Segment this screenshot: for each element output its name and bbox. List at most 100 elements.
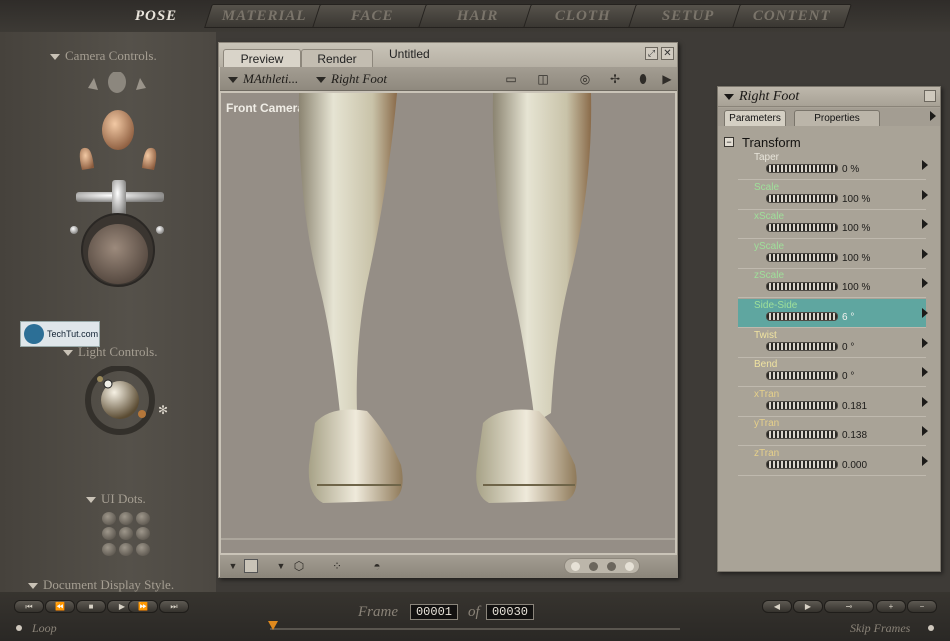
add-key-button[interactable]: + — [876, 600, 906, 613]
close-icon[interactable]: ✕ — [661, 47, 674, 60]
parameter-row[interactable]: xScale 100 % — [738, 210, 928, 240]
step-forward-button[interactable]: ⏩ — [128, 600, 158, 613]
go-to-end-button[interactable]: ⏭ — [159, 600, 189, 613]
camera-select-icon[interactable]: ▭ — [502, 71, 520, 87]
display-style-menu-icon[interactable]: ▼ — [272, 558, 290, 574]
ui-dot[interactable] — [102, 527, 116, 541]
previous-key-button[interactable]: ◀ — [762, 600, 792, 613]
parameter-dial[interactable] — [766, 430, 838, 440]
parameter-menu-arrow-icon[interactable] — [922, 248, 928, 259]
timeline-marker-icon[interactable] — [268, 621, 278, 630]
parameter-dial[interactable] — [766, 223, 838, 233]
trackball-icon[interactable] — [88, 224, 148, 284]
ui-dot[interactable] — [136, 527, 150, 541]
light-controls-header[interactable]: Light Controls. — [63, 344, 157, 360]
parameter-menu-arrow-icon[interactable] — [922, 278, 928, 289]
stop-button[interactable]: ■ — [76, 600, 106, 613]
move-y-icon[interactable] — [112, 180, 126, 218]
parameter-value[interactable]: 0.000 — [842, 460, 867, 471]
parameter-value[interactable]: 0.138 — [842, 430, 867, 441]
parameter-menu-arrow-icon[interactable] — [922, 456, 928, 466]
parameter-dial[interactable] — [766, 164, 838, 173]
ui-dot[interactable] — [119, 542, 133, 556]
background-color-menu-icon[interactable]: ▼ — [224, 558, 242, 574]
parameter-dial[interactable] — [766, 193, 838, 203]
tab-pose[interactable]: POSE — [96, 4, 216, 28]
parameter-row[interactable]: Bend 0 ° — [738, 358, 928, 388]
parameter-dial[interactable] — [766, 460, 838, 469]
parameter-dial[interactable] — [766, 341, 838, 351]
panel-menu-arrow-icon[interactable] — [930, 111, 936, 121]
3d-viewport[interactable]: Front Camera — [221, 93, 675, 553]
rotate-camera-icon[interactable] — [102, 110, 134, 150]
keyframes-button[interactable]: ⊸ — [824, 600, 874, 613]
camera-controls-header[interactable]: Camera Controls. — [50, 48, 157, 64]
parameter-value[interactable]: 100 % — [842, 253, 870, 264]
figure-view-icon[interactable]: ⬮ — [634, 71, 652, 87]
parameter-menu-arrow-icon[interactable] — [922, 219, 928, 230]
parameter-row[interactable]: zTran 0.000 — [738, 447, 928, 476]
go-to-start-button[interactable]: ⏮ — [14, 600, 44, 613]
view-dot[interactable] — [571, 562, 580, 571]
ui-dot[interactable] — [136, 512, 150, 525]
collapse-group-icon[interactable]: − — [724, 137, 734, 147]
right-hand-icon[interactable] — [142, 147, 157, 170]
shadow-icon[interactable]: ⁘ — [328, 558, 346, 574]
parameter-menu-arrow-icon[interactable] — [922, 160, 928, 170]
parameter-value[interactable]: 6 ° — [842, 312, 854, 323]
cube-icon[interactable]: ⬡ — [290, 558, 308, 574]
parameter-row[interactable]: yTran 0.138 — [738, 417, 928, 447]
view-select-icon[interactable]: ◫ — [534, 71, 552, 87]
background-color-swatch[interactable] — [244, 559, 258, 573]
tab-face[interactable]: FACE — [312, 4, 432, 28]
rotate-view-icon[interactable]: ◎ — [576, 71, 594, 87]
total-frames-field[interactable]: 00030 — [486, 604, 534, 620]
parameter-value[interactable]: 0.181 — [842, 401, 867, 412]
parameter-value[interactable]: 100 % — [842, 223, 870, 234]
parameter-row[interactable]: Twist 0 ° — [738, 329, 928, 358]
view-dot[interactable] — [625, 562, 634, 571]
timeline-track[interactable] — [270, 628, 680, 630]
maximize-icon[interactable]: ⤢ — [645, 47, 658, 60]
ui-dot[interactable] — [102, 542, 116, 556]
parameter-dial[interactable] — [766, 371, 838, 381]
camera-knob-icon[interactable] — [70, 226, 78, 234]
parameter-menu-arrow-icon[interactable] — [922, 308, 928, 318]
loop-indicator-icon[interactable] — [16, 625, 22, 631]
current-frame-field[interactable]: 00001 — [410, 604, 458, 620]
parameter-row[interactable]: Taper 0 % — [738, 151, 928, 180]
view-dot[interactable] — [607, 562, 616, 571]
face-camera-icon[interactable] — [108, 72, 126, 93]
tab-preview[interactable]: Preview — [223, 49, 301, 67]
parameter-row[interactable]: Side-Side 6 ° — [738, 299, 928, 328]
parameter-menu-arrow-icon[interactable] — [922, 189, 928, 200]
parameter-value[interactable]: 100 % — [842, 282, 870, 293]
panel-title[interactable]: Right Foot — [724, 89, 799, 105]
light-handle-icon[interactable] — [103, 379, 113, 389]
panel-close-icon[interactable] — [924, 90, 936, 102]
parameter-value[interactable]: 100 % — [842, 194, 870, 205]
ui-dot[interactable] — [136, 542, 150, 556]
ui-dot[interactable] — [119, 527, 133, 541]
parameter-row[interactable]: zScale 100 % — [738, 269, 928, 299]
view-dot[interactable] — [589, 562, 598, 571]
parameter-menu-arrow-icon[interactable] — [922, 367, 928, 378]
parameter-dial[interactable] — [766, 400, 838, 410]
parameter-dial[interactable] — [766, 312, 838, 321]
parameter-row[interactable]: Scale 100 % — [738, 181, 928, 210]
tab-cloth[interactable]: CLOTH — [523, 4, 643, 28]
light-handle-icon[interactable] — [138, 410, 146, 418]
ui-dot[interactable] — [102, 512, 116, 525]
skip-frames-indicator-icon[interactable] — [928, 625, 934, 631]
tab-properties[interactable]: Properties — [794, 110, 880, 126]
document-menu-arrow-icon[interactable]: ▶ — [658, 71, 676, 87]
tab-content[interactable]: CONTENT — [732, 4, 852, 28]
tab-hair[interactable]: HAIR — [418, 4, 538, 28]
step-back-button[interactable]: ⏪ — [45, 600, 75, 613]
left-hand-icon[interactable] — [79, 147, 94, 170]
tab-setup[interactable]: SETUP — [628, 4, 748, 28]
parameter-dial[interactable] — [766, 282, 838, 292]
ui-dots-header[interactable]: UI Dots. — [86, 491, 146, 507]
light-handle-icon[interactable] — [97, 376, 103, 382]
camera-knob-icon[interactable] — [156, 226, 164, 234]
